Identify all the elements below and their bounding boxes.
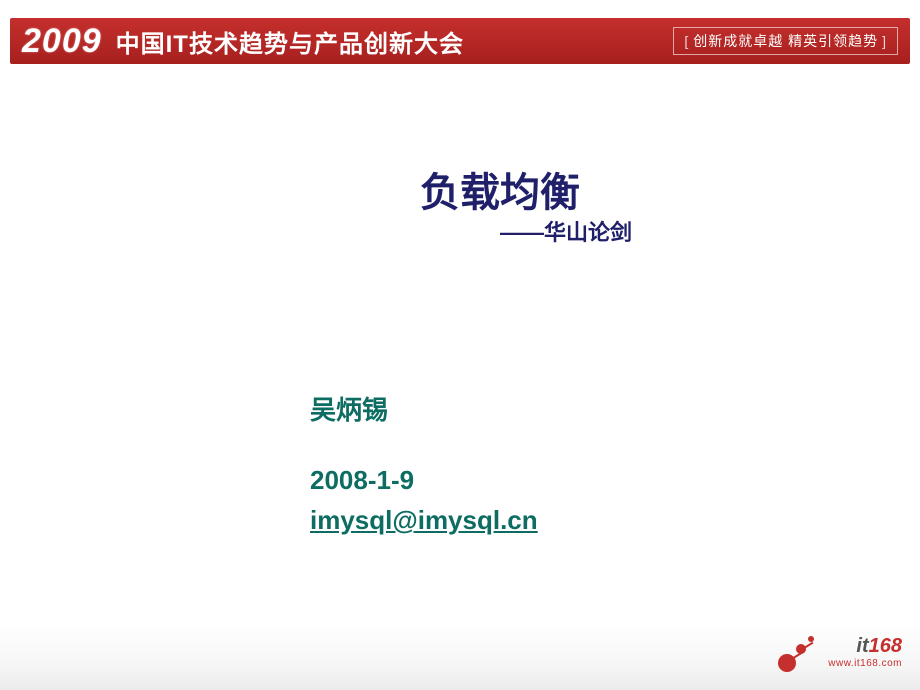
slide-author: 吴炳锡 <box>310 390 388 427</box>
banner-slogan: 创新成就卓越 精英引领趋势 <box>673 27 898 55</box>
banner-headline: 中国IT技术趋势与产品创新大会 <box>116 24 464 59</box>
banner-year: 2009 <box>22 22 102 61</box>
slide-email-link[interactable]: imysql@imysql.cn <box>310 505 538 536</box>
slide-date: 2008-1-9 <box>310 465 414 496</box>
brand-logo-text: it168 <box>856 635 902 658</box>
brand-right: 168 <box>869 635 902 657</box>
slide-title: 负载均衡 <box>420 160 580 218</box>
network-dots-icon <box>778 632 818 672</box>
brand-left: it <box>856 635 868 657</box>
brand-url: www.it168.com <box>828 658 902 669</box>
footer-logo-group: it168 www.it168.com <box>778 632 902 672</box>
slide-subtitle: ——华山论剑 <box>500 215 632 247</box>
brand-block: it168 www.it168.com <box>828 635 902 669</box>
header-banner: 2009 中国IT技术趋势与产品创新大会 创新成就卓越 精英引领趋势 <box>10 18 910 64</box>
